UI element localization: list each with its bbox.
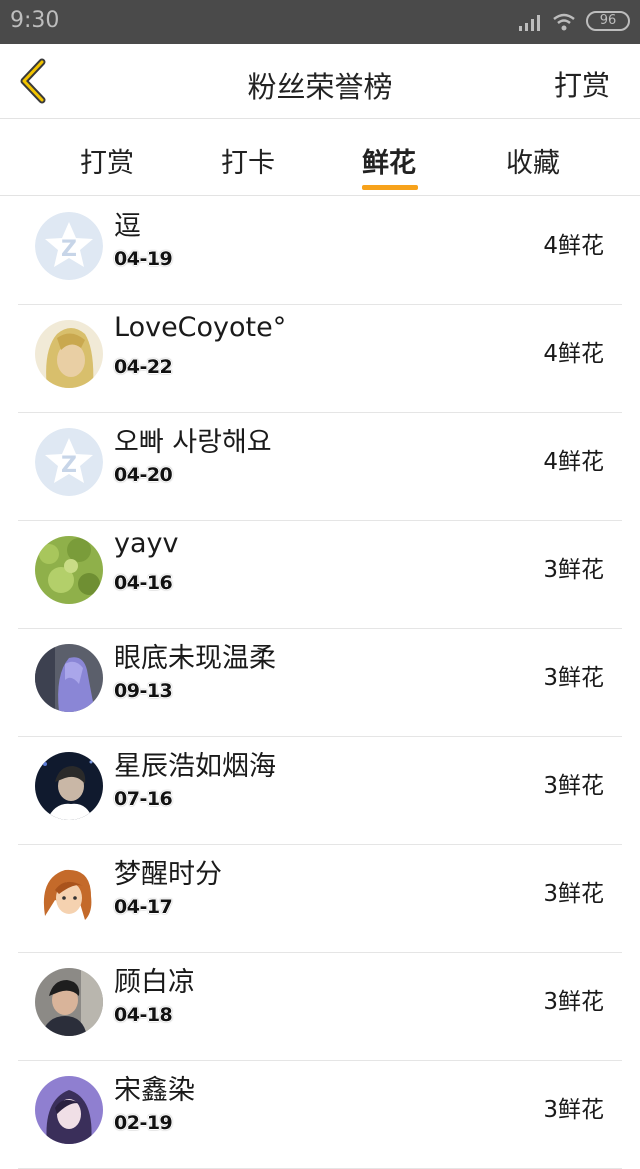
fan-name: 梦醒时分 [114,859,222,890]
fan-name: 星辰浩如烟海 [114,751,276,782]
avatar [35,536,103,604]
tab-favorites[interactable]: 收藏 [506,141,560,180]
fan-name: 逗 [114,211,141,242]
tab-bar: 打赏 打卡 鲜花 收藏 [0,119,640,196]
flower-count: 3鲜花 [543,773,604,799]
fan-name: 眼底未现温柔 [114,643,276,674]
list-item[interactable]: 星辰浩如烟海 07-16 3鲜花 [18,736,622,845]
svg-text:Z: Z [61,237,77,262]
wifi-icon [553,13,575,31]
default-avatar-icon: Z [35,428,103,496]
avatar [35,752,103,820]
flower-count: 3鲜花 [543,557,604,583]
list-item[interactable]: Z 오빠 사랑해요 04-20 4鲜花 [18,412,622,521]
fan-date: 04-22 [114,356,173,378]
avatar [35,1076,103,1144]
list-item[interactable]: Z 逗 04-19 4鲜花 [18,196,622,305]
flower-count: 3鲜花 [543,665,604,691]
flower-count: 4鲜花 [543,449,604,475]
list-item[interactable]: 梦醒时分 04-17 3鲜花 [18,844,622,953]
flower-count: 4鲜花 [543,233,604,259]
avatar [35,644,103,712]
flower-count: 3鲜花 [543,1097,604,1123]
fan-name: 宋鑫染 [114,1075,195,1106]
fan-name: 顾白凉 [114,967,195,998]
default-avatar-icon: Z [35,212,103,280]
tab-checkin[interactable]: 打卡 [221,141,275,180]
svg-text:Z: Z [61,453,77,478]
flower-count: 3鲜花 [543,989,604,1015]
list-item[interactable]: 顾白凉 04-18 3鲜花 [18,952,622,1061]
status-time: 9:30 [10,8,60,33]
fan-date: 04-18 [114,1004,173,1026]
list-item[interactable]: LoveCoyote° 04-22 4鲜花 [18,304,622,413]
reward-button[interactable]: 打赏 [554,64,610,104]
avatar [35,320,103,388]
signal-icon [519,15,540,31]
fan-date: 02-19 [114,1112,173,1134]
fan-name: yayv [114,528,179,559]
fan-date: 04-20 [114,464,173,486]
avatar [35,860,103,928]
list-item[interactable]: 宋鑫染 02-19 3鲜花 [18,1060,622,1169]
flower-count: 4鲜花 [543,341,604,367]
status-bar: 9:30 96 [0,0,640,44]
fan-date: 04-17 [114,896,173,918]
battery-level: 96 [599,13,617,28]
page-title: 粉丝荣誉榜 [247,70,393,104]
list-item[interactable]: 眼底未现温柔 09-13 3鲜花 [18,628,622,737]
fan-name: LoveCoyote° [114,312,287,343]
tab-flowers[interactable]: 鲜花 [362,141,416,180]
avatar [35,968,103,1036]
fan-name: 오빠 사랑해요 [114,427,272,458]
list-item[interactable]: yayv 04-16 3鲜花 [18,520,622,629]
app-header: 粉丝荣誉榜 打赏 [0,44,640,119]
flower-count: 3鲜花 [543,881,604,907]
fan-date: 04-16 [114,572,173,594]
fan-date: 04-19 [114,248,173,270]
fan-date: 07-16 [114,788,173,810]
fan-date: 09-13 [114,680,173,702]
battery-icon: 96 [586,11,630,31]
tab-reward[interactable]: 打赏 [80,141,134,180]
active-tab-indicator [362,185,418,190]
